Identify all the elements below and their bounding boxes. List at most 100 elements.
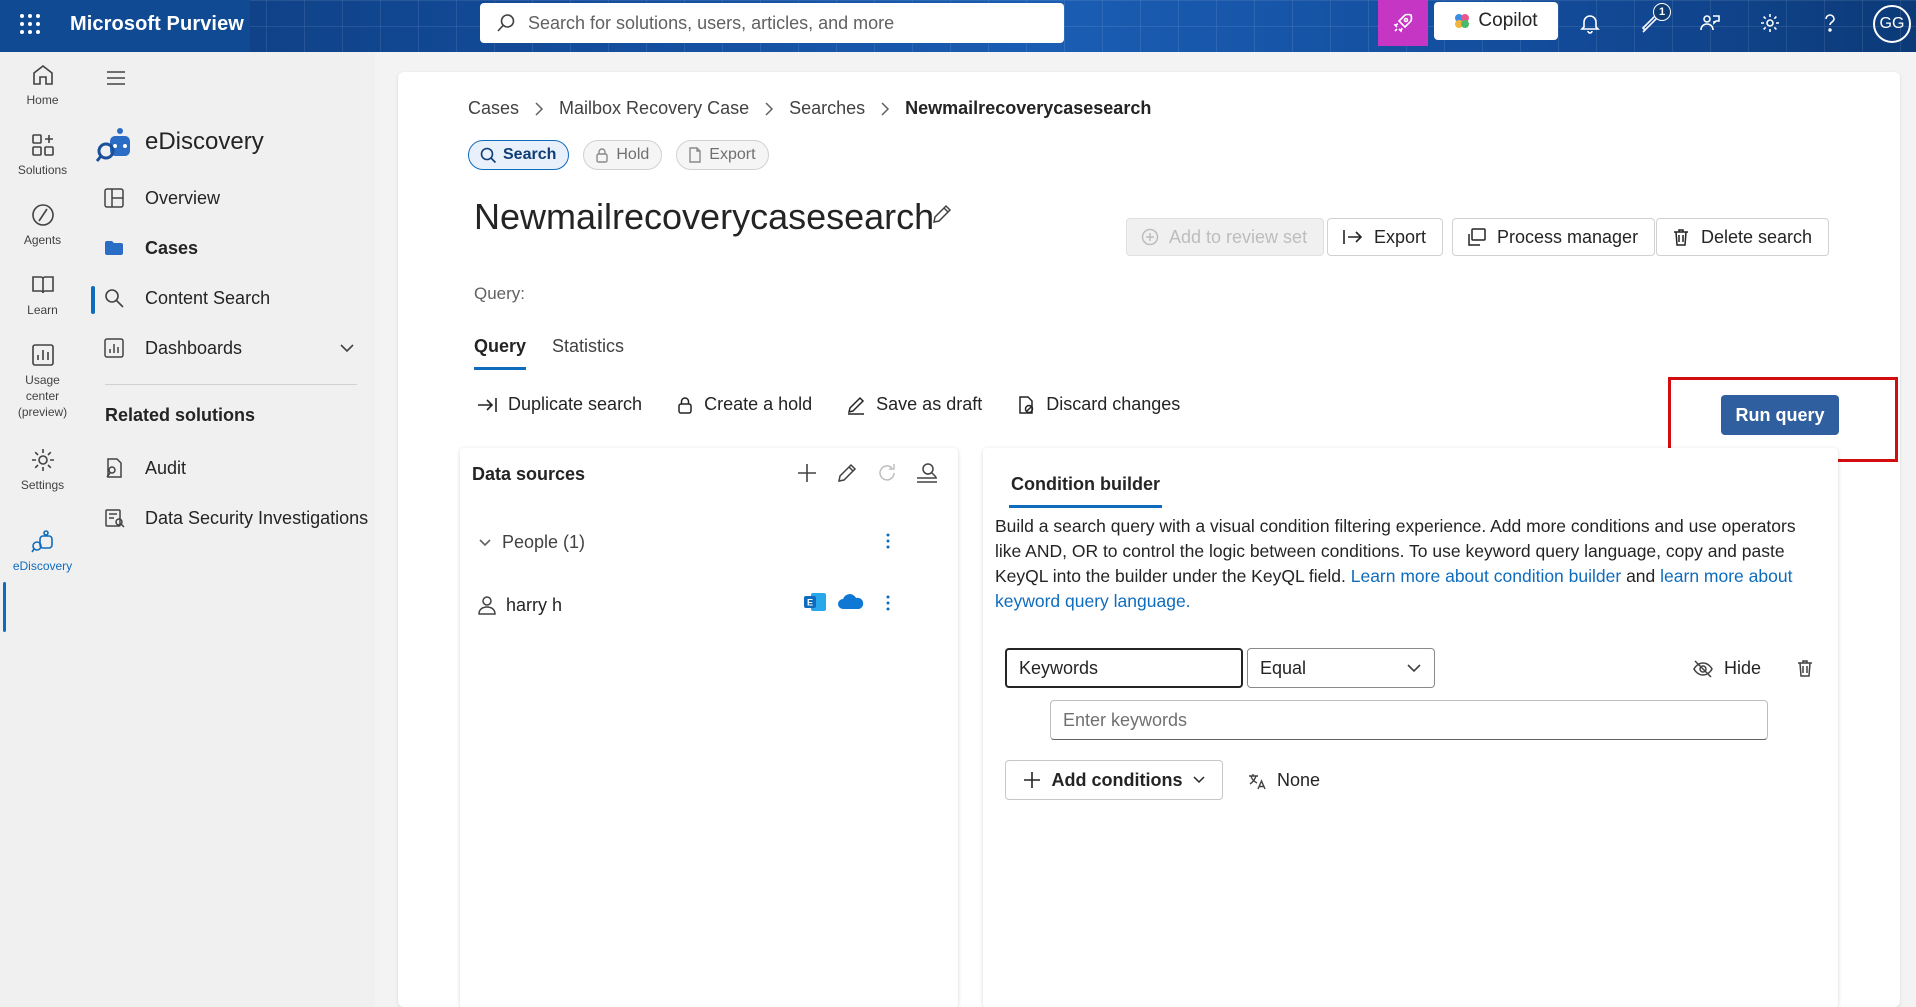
person-icon xyxy=(476,594,498,616)
nav-item-audit[interactable]: Audit xyxy=(85,448,375,488)
pill-export[interactable]: Export xyxy=(676,140,769,170)
condition-builder-description: Build a search query with a visual condi… xyxy=(995,514,1805,614)
learn-more-condition-builder-link[interactable]: Learn more about condition builder xyxy=(1351,566,1621,586)
copilot-label: Copilot xyxy=(1478,10,1538,31)
app-title: eDiscovery xyxy=(145,128,264,155)
add-icon[interactable] xyxy=(794,460,820,486)
duplicate-search-button[interactable]: Duplicate search xyxy=(476,394,642,415)
rail-item-ediscovery[interactable]: eDiscovery xyxy=(0,528,85,574)
rail-item-learn[interactable]: Learn xyxy=(0,272,85,318)
chevron-down-icon xyxy=(1192,773,1206,787)
breadcrumb: Cases Mailbox Recovery Case Searches New… xyxy=(468,98,1151,119)
button-label: Duplicate search xyxy=(508,394,643,414)
nav-item-data-security-investigations[interactable]: Data Security Investigations xyxy=(85,498,375,538)
investigation-icon xyxy=(103,507,125,529)
ediscovery-icon xyxy=(30,530,53,553)
page-title: Newmailrecoverycasesearch xyxy=(474,196,935,237)
hide-button[interactable]: Hide xyxy=(1692,658,1761,679)
breadcrumb-case[interactable]: Mailbox Recovery Case xyxy=(559,98,749,119)
button-label: Save as draft xyxy=(876,394,983,414)
global-search[interactable]: Search for solutions, users, articles, a… xyxy=(480,3,1064,43)
button-label: Process manager xyxy=(1497,226,1639,247)
tab-statistics[interactable]: Statistics xyxy=(552,336,624,370)
export-button[interactable]: Export xyxy=(1327,218,1444,256)
edit-icon[interactable] xyxy=(834,460,860,486)
tab-condition-builder[interactable]: Condition builder xyxy=(1009,474,1162,508)
notification-badge: 1 xyxy=(1653,3,1671,21)
rail-item-agents[interactable]: Agents xyxy=(0,202,85,248)
nav-item-overview[interactable]: Overview xyxy=(85,178,375,218)
top-bar: Microsoft Purview Search for solutions, … xyxy=(0,0,1916,52)
people-group-label: People (1) xyxy=(502,532,586,552)
discard-changes-button[interactable]: Discard changes xyxy=(1016,394,1180,415)
rail-item-solutions[interactable]: Solutions xyxy=(0,132,85,178)
delete-search-button[interactable]: Delete search xyxy=(1656,218,1830,256)
nav-label: Cases xyxy=(145,237,199,258)
list-item[interactable]: harry h xyxy=(476,594,562,616)
arrow-to-bar-icon xyxy=(476,396,498,414)
operator-dropdown[interactable]: Equal xyxy=(1247,648,1435,688)
people-share-icon[interactable] xyxy=(1697,10,1723,36)
keywords-placeholder: Enter keywords xyxy=(1063,709,1188,730)
pencil-icon xyxy=(846,395,866,415)
copilot-button[interactable]: Copilot xyxy=(1434,2,1558,40)
more-icon[interactable] xyxy=(885,532,891,550)
breadcrumb-searches[interactable]: Searches xyxy=(789,98,865,119)
left-rail: Home Solutions Agents Learn Usage center… xyxy=(0,52,85,1007)
save-as-draft-button[interactable]: Save as draft xyxy=(846,394,982,415)
eye-off-icon xyxy=(1692,659,1714,679)
chevron-down-icon xyxy=(478,536,492,550)
rail-label: Home xyxy=(26,93,59,107)
field-selector[interactable]: Keywords xyxy=(1005,648,1243,688)
rail-label: Solutions xyxy=(17,163,68,177)
create-hold-button[interactable]: Create a hold xyxy=(676,394,812,415)
rail-label: Usage center (preview) xyxy=(17,373,68,420)
gear-icon[interactable] xyxy=(1757,10,1783,36)
rocket-icon[interactable] xyxy=(1378,0,1428,46)
pill-label: Hold xyxy=(616,146,650,163)
help-icon[interactable] xyxy=(1817,10,1843,36)
discard-icon xyxy=(1016,395,1036,415)
search-input[interactable]: Search for solutions, users, articles, a… xyxy=(528,13,894,34)
refresh-icon[interactable] xyxy=(874,460,900,486)
avatar[interactable]: GG xyxy=(1873,5,1911,43)
keywords-input[interactable]: Enter keywords xyxy=(1050,700,1768,740)
trash-icon xyxy=(1671,227,1691,247)
search-icon xyxy=(496,13,516,33)
rail-item-settings[interactable]: Settings xyxy=(0,447,85,493)
hamburger-icon[interactable] xyxy=(105,69,127,87)
rail-item-home[interactable]: Home xyxy=(0,62,85,108)
trash-icon[interactable] xyxy=(1795,658,1815,678)
pill-search[interactable]: Search xyxy=(468,140,570,170)
rail-label: Settings xyxy=(20,478,65,492)
query-label: Query: xyxy=(474,284,526,303)
pill-hold[interactable]: Hold xyxy=(583,140,663,170)
nav-item-dashboards[interactable]: Dashboards xyxy=(85,328,375,368)
process-manager-button[interactable]: Process manager xyxy=(1452,218,1656,256)
more-icon[interactable] xyxy=(885,594,891,612)
nav-item-cases[interactable]: Cases xyxy=(85,228,375,268)
edit-pencil-icon[interactable] xyxy=(931,203,953,225)
tab-query[interactable]: Query xyxy=(474,336,527,370)
agents-icon xyxy=(31,204,54,226)
breadcrumb-cases[interactable]: Cases xyxy=(468,98,519,119)
chevron-down-icon[interactable] xyxy=(339,340,355,356)
app-launcher-icon[interactable] xyxy=(18,12,42,36)
bell-icon[interactable] xyxy=(1577,10,1603,36)
nav-item-content-search[interactable]: Content Search xyxy=(85,278,375,318)
add-conditions-button[interactable]: Add conditions xyxy=(1005,760,1223,800)
lock-icon xyxy=(594,147,610,163)
plus-icon xyxy=(1022,770,1042,790)
language-none-button[interactable]: None xyxy=(1247,770,1320,791)
folder-icon xyxy=(103,237,125,259)
pill-label: Search xyxy=(503,146,557,163)
data-sources-tools xyxy=(794,460,940,486)
data-sources-title: Data sources xyxy=(472,464,586,484)
brand-title[interactable]: Microsoft Purview xyxy=(70,13,244,36)
related-solutions-heading: Related solutions xyxy=(105,405,256,425)
rail-item-usage-center[interactable]: Usage center (preview) xyxy=(0,342,85,421)
people-group[interactable]: People (1) xyxy=(478,532,585,553)
add-to-review-set-button[interactable]: Add to review set xyxy=(1126,218,1325,256)
search-list-icon[interactable] xyxy=(914,460,940,486)
grid-plus-icon xyxy=(31,134,54,156)
